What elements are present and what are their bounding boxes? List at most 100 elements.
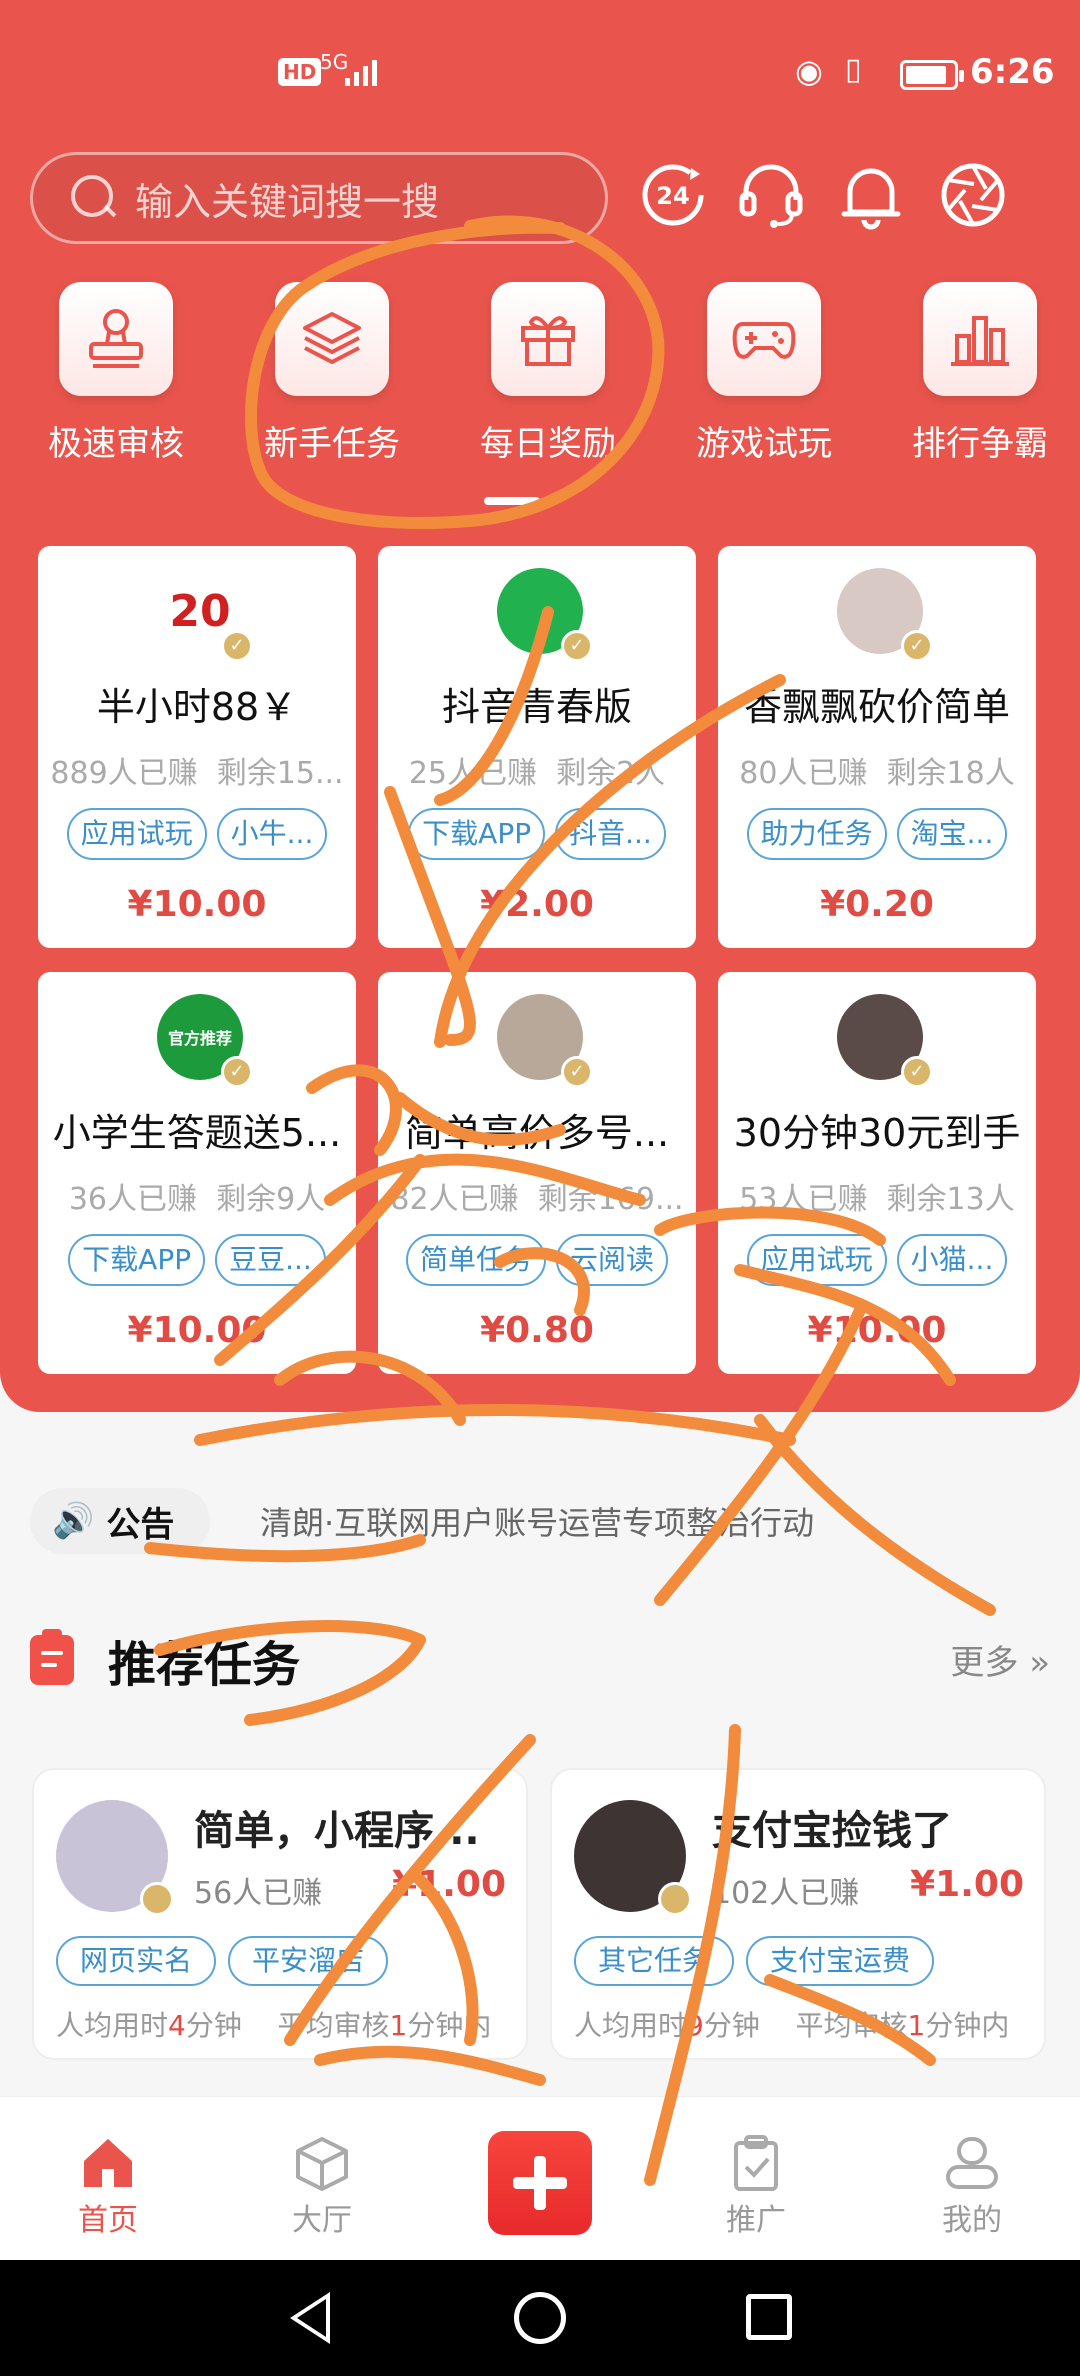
category-daily-reward[interactable]: 每日奖励 [448,282,648,465]
recommend-item-title: 简单，小程序... [194,1808,480,1854]
recommend-item-count: 56人已赚 [194,1876,323,1911]
task-tags: 应用试玩 小猫... [724,1234,1030,1286]
task-title: 小学生答题送5... [52,1111,342,1155]
task-avatar: ✓ [837,994,933,1088]
task-tag: 豆豆... [215,1234,326,1286]
task-tag: 淘宝... [896,808,1008,860]
search-placeholder: 输入关键词搜一搜 [135,179,440,224]
task-card[interactable]: ✓ 简单高价多号... 82人已赚 剩余169... 简单任务 云阅读 ¥0.80 [378,972,696,1374]
recommend-item-tags: 其它任务 支付宝运费 [574,1936,935,1986]
user-icon [946,2137,998,2189]
task-price: ¥2.00 [480,884,594,925]
layers-icon [303,312,361,365]
recommend-tag: 其它任务 [574,1936,735,1986]
verified-badge-icon: ✓ [901,630,933,662]
task-meta: 889人已赚 剩余15... [50,756,344,791]
battery-icon [900,60,964,90]
more-label: 更多 [950,1643,1019,1683]
hd-indicator: HD [278,58,322,86]
task-title: 30分钟30元到手 [733,1111,1021,1155]
task-price: ¥10.00 [127,1310,267,1351]
task-meta: 80人已赚 剩余18人 [739,756,1015,791]
task-tag: 应用试玩 [66,808,207,860]
aperture-icon[interactable] [936,158,1010,232]
recommend-title: 推荐任务 [108,1637,301,1693]
task-tags: 下载APP 豆豆... [44,1234,350,1286]
task-price: ¥10.00 [807,1310,947,1351]
recommend-tag: 网页实名 [56,1936,217,1986]
task-title: 香飘飘砍价简单 [743,685,1010,729]
task-tag: 小牛... [216,808,328,860]
signal-icon [345,58,377,86]
status-bar: HD 5G ◉ ▯ 6:26 [0,50,1080,102]
verified-badge-icon: ✓ [561,630,593,662]
task-title: 半小时88￥ [96,685,298,729]
more-link[interactable]: 更多 » [950,1635,1050,1684]
task-avatar: ✓ [497,994,593,1088]
task-avatar: 20 ✓ [157,568,253,662]
task-tag: 小猫... [896,1234,1008,1286]
page-indicator [484,497,540,505]
svg-text:24: 24 [656,182,689,210]
task-title: 简单高价多号... [404,1111,670,1155]
home-icon [84,2139,132,2187]
nav-mine[interactable]: 我的 [902,2133,1042,2239]
verified-badge-icon: ✓ [221,630,253,662]
recommend-avatar [574,1800,692,1916]
task-tag: 下载APP [68,1234,206,1286]
eye-comfort-icon: ◉ [795,52,823,90]
task-tag: 下载APP [408,808,546,860]
recommend-tag: 支付宝运费 [746,1936,935,1986]
recents-icon[interactable] [746,2294,792,2340]
verified-badge-icon [140,1882,174,1916]
recommend-item-stats: 人均用时4分钟 平均审核1分钟内 [56,2009,492,2042]
task-card[interactable]: ✓ 香飘飘砍价简单 80人已赚 剩余18人 助力任务 淘宝... ¥0.20 [718,546,1036,948]
recommend-item-tags: 网页实名 平安溜店 [56,1936,389,1986]
recommend-card[interactable]: 简单，小程序... 56人已赚 ¥1.00 网页实名 平安溜店 人均用时4分钟 平均审核1… [32,1768,528,2060]
task-meta: 36人已赚 剩余9人 [68,1182,326,1217]
nav-hall[interactable]: 大厅 [252,2133,392,2239]
recommend-item-count: 102人已赚 [712,1876,860,1911]
nav-promote[interactable]: 推广 [686,2133,826,2239]
task-title: 抖音青春版 [441,685,632,729]
category-ranking[interactable]: 排行争霸 [880,282,1080,465]
network-indicator: 5G [320,50,349,74]
task-tags: 应用试玩 小牛... [44,808,350,860]
recommend-card[interactable]: 支付宝捡钱了 102人已赚 ¥1.00 其它任务 支付宝运费 人均用时9分钟 平均审核1分… [550,1768,1046,2060]
stamp-icon [89,309,143,368]
category-game-trial[interactable]: 游戏试玩 [664,282,864,465]
task-card[interactable]: ✓ 抖音青春版 25人已赚 剩余2人下载APP 抖音... ¥2.00 [378,546,696,948]
nav-home[interactable]: 首页 [38,2133,178,2239]
category-fast-review[interactable]: 极速审核 [16,282,216,465]
clock: 6:26 [970,52,1055,92]
task-card[interactable]: 官方推荐 ✓ 小学生答题送5... 36人已赚 剩余9人 下载APP 豆豆... ¥10.0… [38,972,356,1374]
task-tags: 助力任务 淘宝... [724,808,1030,860]
headset-icon[interactable] [734,158,808,232]
search-icon [71,175,117,221]
back-icon[interactable] [290,2292,330,2344]
gift-icon [521,316,575,366]
refresh-24-icon[interactable]: 24 [636,158,710,232]
notice-bar[interactable]: 🔊 公告 清朗·互联网用户账号运营专项整治行动 [30,1488,1050,1560]
plus-button[interactable] [488,2131,592,2235]
clipboard-list-icon [30,1629,74,1685]
clipboard-check-icon [734,2135,778,2191]
recommend-item-stats: 人均用时9分钟 平均审核1分钟内 [574,2009,1010,2042]
verified-badge-icon: ✓ [221,1056,253,1088]
task-tags: 下载APP 抖音... [384,808,690,860]
bottom-nav: 首页 大厅 推广 我的 [0,2096,1080,2260]
notice-pill: 🔊 公告 [30,1488,210,1554]
search-input[interactable]: 输入关键词搜一搜 [30,152,608,244]
vibrate-icon: ▯ [845,52,862,87]
recommend-avatar [56,1800,174,1916]
speaker-icon: 🔊 [52,1501,95,1541]
bell-icon[interactable] [834,158,908,232]
home-circle-icon[interactable] [514,2292,566,2344]
task-card[interactable]: 20 ✓ 半小时88￥ 889人已赚 剩余15... 应用试玩 小牛... ¥10.00 [38,546,356,948]
task-tag: 简单任务 [405,1234,546,1286]
task-card[interactable]: ✓ 30分钟30元到手 53人已赚 剩余13人 应用试玩 小猫... ¥10.00 [718,972,1036,1374]
category-newbie-task[interactable]: 新手任务 [232,282,432,465]
recommend-header: 推荐任务 更多 » [30,1625,1050,1695]
task-meta: 25人已赚 剩余2人 [408,756,666,791]
cube-icon [296,2137,348,2191]
